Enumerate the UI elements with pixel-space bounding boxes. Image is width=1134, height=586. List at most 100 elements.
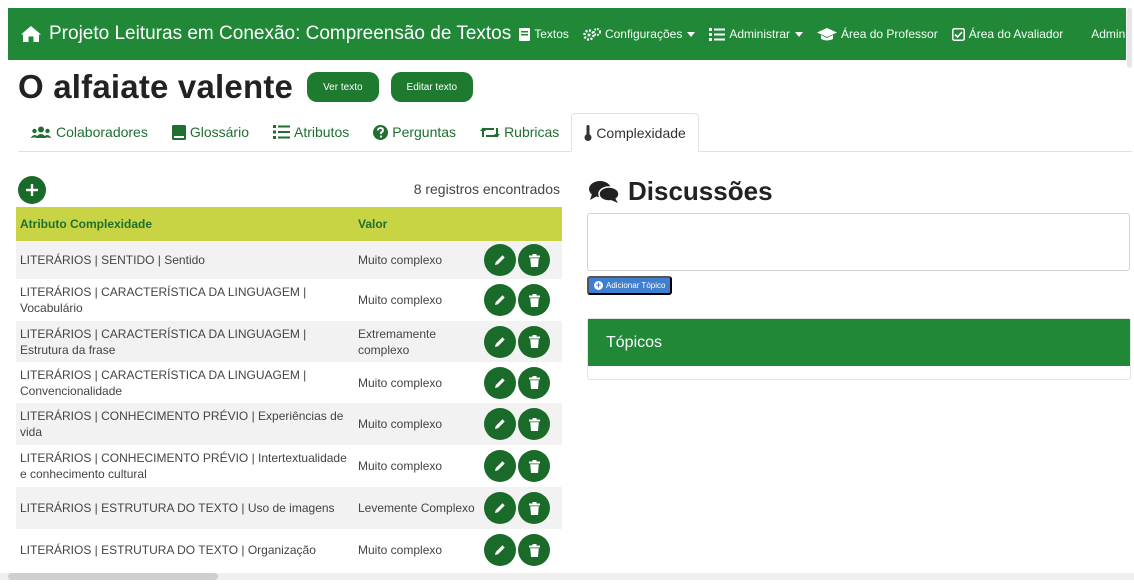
row-actions — [484, 366, 552, 399]
table-row: LITERÁRIOS | SENTIDO | Sentido Muito com… — [16, 241, 562, 279]
cell-value: Levemente Complexo — [358, 501, 475, 515]
edit-button[interactable] — [484, 450, 516, 482]
edit-button[interactable] — [484, 284, 516, 316]
list-icon — [272, 125, 290, 139]
cell-attribute: LITERÁRIOS | CARACTERÍSTICA DA LINGUAGEM… — [20, 285, 307, 315]
trash-icon — [528, 376, 540, 389]
tab-perguntas-label: Perguntas — [392, 124, 457, 140]
trash-icon — [528, 293, 540, 307]
delete-button[interactable] — [518, 325, 550, 358]
home-icon — [21, 26, 41, 42]
delete-button[interactable] — [518, 450, 550, 482]
cell-value: Muito complexo — [358, 417, 443, 431]
nav-area-professor-label: Área do Professor — [841, 27, 938, 41]
top-navbar: Projeto Leituras em Conexão: Compreensão… — [8, 8, 1134, 60]
edit-button[interactable] — [484, 408, 516, 440]
delete-button[interactable] — [518, 408, 550, 440]
add-topic-button[interactable]: + Adicionar Tópico — [587, 276, 673, 295]
tab-colaboradores[interactable]: Colaboradores — [18, 113, 160, 151]
check-square-icon — [951, 27, 965, 41]
user-label: Admin — [1091, 27, 1126, 41]
delete-button[interactable] — [518, 492, 550, 524]
edit-button[interactable] — [484, 492, 516, 524]
pencil-icon — [495, 295, 505, 305]
edit-button[interactable] — [484, 534, 516, 566]
nav-administrar[interactable]: Administrar — [709, 27, 804, 41]
cell-attribute: LITERÁRIOS | CARACTERÍSTICA DA LINGUAGEM… — [20, 367, 307, 398]
edit-button[interactable] — [484, 325, 516, 358]
horizontal-scrollbar[interactable] — [0, 573, 1134, 580]
table-row: LITERÁRIOS | ESTRUTURA DO TEXTO | Uso de… — [16, 487, 562, 529]
header-value: Valor — [358, 217, 388, 231]
table-row: LITERÁRIOS | CARACTERÍSTICA DA LINGUAGEM… — [16, 362, 562, 403]
chevron-down-icon — [687, 31, 696, 37]
comments-icon — [589, 180, 620, 203]
nav-area-avaliador[interactable]: Área do Avaliador — [951, 27, 1064, 41]
row-actions — [484, 408, 552, 440]
row-actions — [484, 450, 552, 482]
discussions-title: Discussões — [588, 176, 773, 207]
cell-attribute: LITERÁRIOS | CONHECIMENTO PRÉVIO | Inter… — [20, 451, 347, 481]
delete-button[interactable] — [518, 534, 550, 566]
tab-colaboradores-label: Colaboradores — [56, 124, 148, 140]
edit-button[interactable] — [484, 366, 516, 399]
cell-attribute: LITERÁRIOS | CONHECIMENTO PRÉVIO | Exper… — [20, 409, 344, 439]
nav-configuracoes[interactable]: Configurações — [583, 27, 696, 41]
title-row: O alfaiate valente Ver texto Editar text… — [18, 68, 474, 106]
tab-complexidade[interactable]: Complexidade — [571, 113, 699, 152]
trash-icon — [528, 501, 540, 515]
book-icon — [171, 124, 186, 140]
row-actions — [484, 284, 552, 316]
edit-button[interactable] — [484, 244, 516, 276]
navbar-brand[interactable]: Projeto Leituras em Conexão: Compreensão… — [20, 23, 511, 45]
trash-icon — [528, 543, 540, 557]
table-header: Atributo Complexidade Valor — [16, 207, 562, 241]
trash-icon — [528, 459, 540, 473]
table-row: LITERÁRIOS | CARACTERÍSTICA DA LINGUAGEM… — [16, 321, 562, 362]
thermometer-icon — [584, 124, 592, 141]
pencil-icon — [495, 377, 505, 388]
row-actions — [484, 325, 552, 358]
tab-perguntas[interactable]: Perguntas — [361, 113, 468, 151]
view-text-button[interactable]: Ver texto — [307, 72, 379, 102]
table-row: LITERÁRIOS | CARACTERÍSTICA DA LINGUAGEM… — [16, 279, 562, 321]
tab-atributos[interactable]: Atributos — [261, 113, 361, 151]
cell-attribute: LITERÁRIOS | ESTRUTURA DO TEXTO | Organi… — [20, 543, 316, 557]
add-complexity-button[interactable] — [18, 176, 46, 204]
delete-button[interactable] — [518, 284, 550, 316]
horizontal-scrollbar-thumb[interactable] — [8, 573, 218, 580]
row-actions — [484, 534, 552, 566]
table-row: LITERÁRIOS | ESTRUTURA DO TEXTO | Organi… — [16, 529, 562, 571]
graduation-cap-icon — [817, 27, 838, 40]
cell-value: Muito complexo — [358, 543, 443, 557]
nav-area-avaliador-label: Área do Avaliador — [968, 27, 1064, 41]
pencil-icon — [495, 419, 505, 429]
tab-glossario-label: Glossário — [189, 124, 249, 140]
cogs-icon — [583, 27, 601, 41]
topic-textarea[interactable] — [587, 213, 1130, 271]
pencil-icon — [495, 336, 505, 347]
pencil-icon — [495, 545, 505, 555]
cell-value: Muito complexo — [358, 459, 443, 473]
plus-circle-icon: + — [594, 280, 603, 290]
page-title: O alfaiate valente — [18, 68, 294, 105]
complexity-table: Atributo Complexidade Valor LITERÁRIOS |… — [16, 207, 562, 571]
edit-text-button[interactable]: Editar texto — [390, 72, 474, 102]
table-row: LITERÁRIOS | CONHECIMENTO PRÉVIO | Exper… — [16, 403, 562, 445]
delete-button[interactable] — [518, 366, 550, 399]
chevron-down-icon — [795, 31, 804, 37]
nav-textos[interactable]: Textos — [519, 27, 569, 41]
vertical-scrollbar[interactable] — [1127, 8, 1132, 68]
nav-textos-label: Textos — [534, 27, 569, 41]
delete-button[interactable] — [518, 244, 550, 276]
nav-area-professor[interactable]: Área do Professor — [817, 27, 938, 41]
users-icon — [30, 126, 52, 138]
tab-rubricas[interactable]: Rubricas — [468, 113, 571, 151]
cell-value: Muito complexo — [358, 375, 443, 390]
tab-glossario[interactable]: Glossário — [160, 113, 261, 151]
header-attribute: Atributo Complexidade — [20, 217, 153, 231]
cell-value: Muito complexo — [358, 253, 443, 267]
topics-header: Tópicos — [588, 319, 1130, 366]
book-icon — [519, 27, 531, 41]
tab-complexidade-label: Complexidade — [596, 124, 686, 141]
